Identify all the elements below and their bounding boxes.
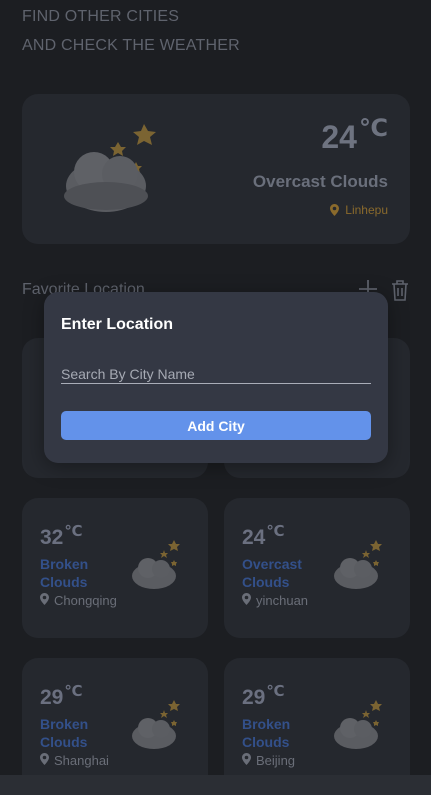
add-city-button[interactable]: Add City xyxy=(61,411,371,440)
dialog-title: Enter Location xyxy=(61,316,174,333)
weather-page: FIND OTHER CITIES AND CHECK THE WEATHER … xyxy=(0,0,431,795)
enter-location-dialog: Enter Location Add City xyxy=(44,292,388,463)
city-search-input[interactable] xyxy=(61,364,371,384)
